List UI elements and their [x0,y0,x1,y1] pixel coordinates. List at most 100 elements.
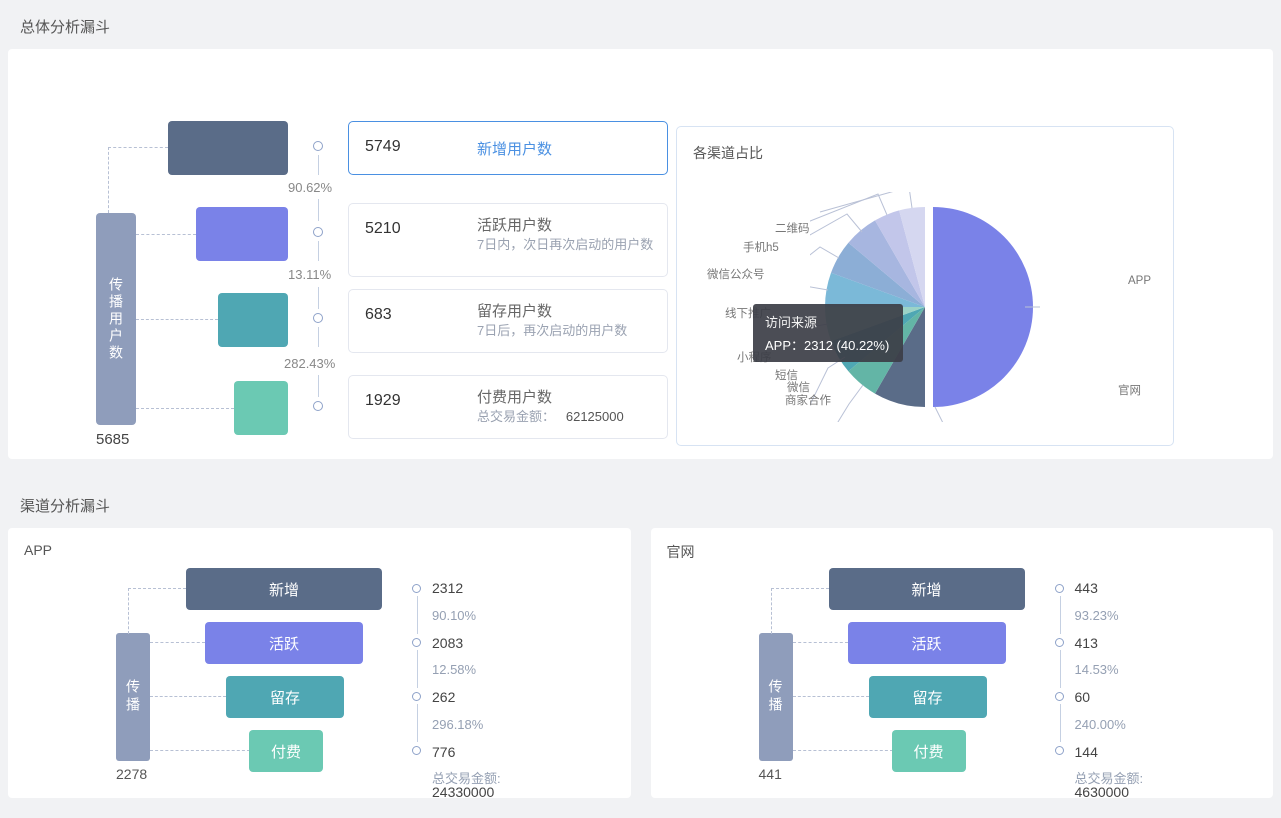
pie-panel: 各渠道占比 [676,126,1174,446]
vline2b [318,287,319,309]
vline3 [318,327,319,347]
ch-root: 传播 [116,633,150,761]
funnel-stage-active [196,207,288,261]
stat-title: 付费用户数 [477,386,552,407]
stat-desc: 7日后，再次启动的用户数 [477,322,659,340]
section-title-channel: 渠道分析漏斗 [0,479,1281,528]
pie-label-qr: 二维码 [775,220,810,236]
pie-label-app: APP [1128,275,1151,287]
ch-root-value: 2278 [116,766,147,782]
dash-to-stage4 [136,408,234,409]
txn-value: 62125000 [566,409,624,424]
tooltip-title: 访问来源 [765,312,891,331]
cp2: 14.53% [1075,662,1119,677]
rate1: 90.62% [288,180,332,195]
channel-card-guanwang: 官网 传播 441 新增 活跃 留存 付费 443 93.23% 413 [651,528,1274,798]
ch-root-label: 传播 [766,679,786,715]
d1 [771,588,829,589]
dv [128,588,129,634]
cl1 [417,596,418,634]
dv [771,588,772,634]
stat-panel-active[interactable]: 5210 活跃用户数 7日内，次日再次启动的用户数 [348,203,668,277]
lbl: 活跃 [269,633,299,654]
ch-block-active: 活跃 [848,622,1006,664]
cl3 [417,704,418,742]
cv1: 2312 [432,580,463,596]
lbl: 活跃 [911,633,941,654]
pie-title: 各渠道占比 [693,143,763,163]
txnv: 4630000 [1075,784,1130,800]
dot1 [313,141,323,151]
d3 [793,696,869,697]
dot4 [313,401,323,411]
cd2 [1055,638,1064,647]
cv4: 776 [432,744,455,760]
txn-label: 总交易金额： [477,409,555,424]
d2 [793,642,848,643]
pie-label-h5: 手机h5 [743,239,779,255]
stat-val: 5210 [365,220,401,238]
ch-root-label: 传播 [123,679,143,715]
lbl: 付费 [913,741,943,762]
dash-v [108,147,109,213]
cp2: 12.58% [432,662,476,677]
dash-to-stage2 [136,234,196,235]
vline1 [318,155,319,175]
overall-funnel-card: 传播用户数 5685 90.62% 13.11% 282.43% 5749 新增… [8,49,1273,459]
stat-title: 活跃用户数 [477,214,552,235]
stat-val: 683 [365,306,392,324]
ch-root-value: 441 [759,766,782,782]
cd1 [1055,584,1064,593]
cp1: 90.10% [432,608,476,623]
lbl: 新增 [911,579,941,600]
cl2 [1060,650,1061,688]
cp3: 240.00% [1075,717,1126,732]
ch-block-new: 新增 [829,568,1025,610]
cl2 [417,650,418,688]
funnel-root: 传播用户数 [96,213,136,425]
cl1 [1060,596,1061,634]
pie-label-mp: 微信公众号 [707,266,765,282]
cv1: 443 [1075,580,1098,596]
ch-block-retain: 留存 [869,676,987,718]
dash-to-stage3 [136,319,218,320]
vline3b [318,375,319,397]
cv2: 413 [1075,635,1098,651]
txnv: 24330000 [432,784,494,800]
d2 [150,642,205,643]
pie-label-sms: 短信 [775,367,798,383]
ch-block-pay: 付费 [249,730,323,772]
pie-label-guanwang: 官网 [1118,382,1141,398]
cd4 [412,746,421,755]
lbl: 新增 [269,579,299,600]
ch-block-active: 活跃 [205,622,363,664]
stat-panel-retain[interactable]: 683 留存用户数 7日后，再次启动的用户数 [348,289,668,353]
stat-panel-new[interactable]: 5749 新增用户数 [348,121,668,175]
channel-name: 官网 [667,542,695,562]
ch-block-retain: 留存 [226,676,344,718]
channel-card-app: APP 传播 2278 新增 活跃 留存 付费 2312 [8,528,631,798]
cv3: 60 [1075,689,1091,705]
stat-panel-pay[interactable]: 1929 付费用户数 总交易金额： 62125000 [348,375,668,439]
d3 [150,696,226,697]
cd4 [1055,746,1064,755]
d4 [150,750,250,751]
cd2 [412,638,421,647]
funnel-stage-retain [218,293,288,347]
cv3: 262 [432,689,455,705]
stat-desc: 总交易金额： 62125000 [477,408,659,426]
stat-desc: 7日内，次日再次启动的用户数 [477,236,659,254]
vline1b [318,199,319,221]
pie-slice-app[interactable] [933,207,1033,407]
pie-tooltip: 访问来源 APP：2312 (40.22%) [753,304,903,362]
cv2: 2083 [432,635,463,651]
ch-block-new: 新增 [186,568,382,610]
stat-title: 新增用户数 [477,138,552,159]
cd1 [412,584,421,593]
funnel-stage-new [168,121,288,175]
stat-val: 1929 [365,392,401,410]
d4 [793,750,893,751]
lbl: 留存 [270,687,300,708]
cl3 [1060,704,1061,742]
stat-val: 5749 [365,138,401,156]
